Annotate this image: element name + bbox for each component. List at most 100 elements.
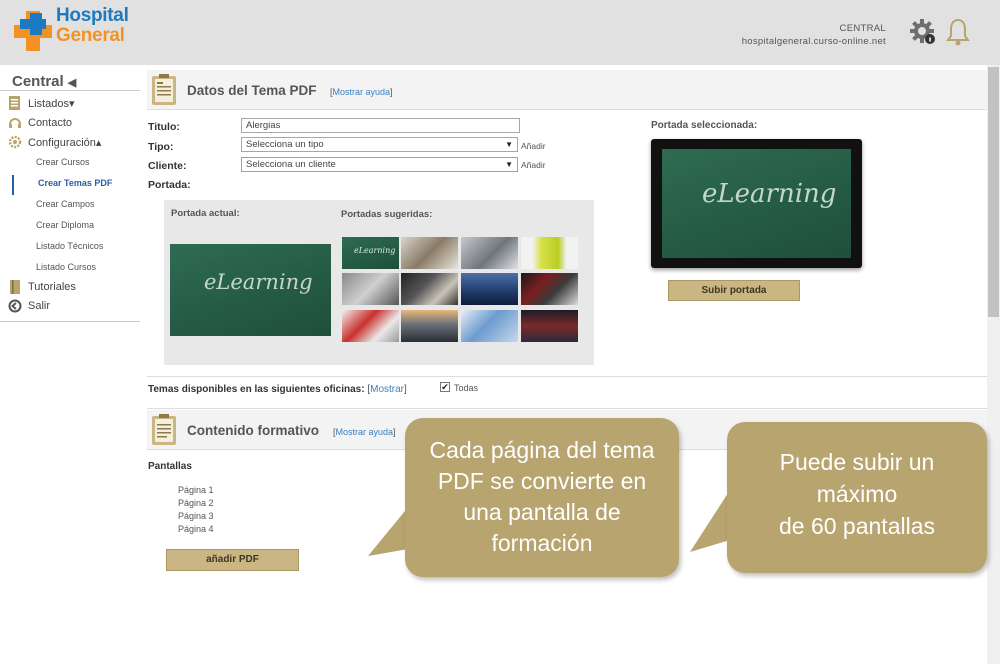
- sidebar-item-listados[interactable]: Listados▾: [8, 96, 75, 110]
- help-toggle[interactable]: [Mostrar ayuda]: [333, 427, 396, 437]
- covers-panel: Portada actual: Portadas sugeridas: eLea…: [164, 200, 594, 365]
- help-toggle[interactable]: [Mostrar ayuda]: [330, 87, 393, 97]
- site-info: CENTRAL hospitalgeneral.curso-online.net: [742, 22, 886, 48]
- suggested-cover-thumb[interactable]: [521, 237, 578, 269]
- callout-line: Puede subir un: [779, 449, 935, 475]
- sidebar-divider: [0, 90, 140, 91]
- tipo-select-value: Selecciona un tipo: [246, 139, 324, 150]
- sidebar-item-label: Configuración▴: [28, 136, 102, 149]
- pdf-section-header: Datos del Tema PDF [Mostrar ayuda]: [147, 70, 987, 110]
- sidebar-item-label: Tutoriales: [28, 281, 76, 293]
- content-section-title: Contenido formativo: [187, 423, 319, 438]
- todas-checkbox[interactable]: ✔: [440, 382, 450, 392]
- document-icon: [152, 74, 176, 105]
- subitem-crear-campos[interactable]: Crear Campos: [36, 199, 95, 209]
- add-cliente-link[interactable]: Añadir: [521, 160, 546, 170]
- bracket: ]: [393, 427, 396, 437]
- callout-line: máximo: [816, 481, 898, 507]
- pantallas-label: Pantallas: [148, 461, 192, 472]
- suggested-cover-thumb[interactable]: [461, 237, 518, 269]
- callout-pages-to-screens: Cada página del tema PDF se convierte en…: [405, 418, 679, 577]
- page-list-item: Página 1: [178, 485, 214, 495]
- dropdown-arrow-icon: ▼: [505, 160, 513, 169]
- top-header: Hospital General CENTRAL hospitalgeneral…: [0, 0, 1000, 65]
- suggested-cover-thumb[interactable]: [342, 310, 399, 342]
- logo-line2: General: [56, 25, 125, 46]
- section-divider: [147, 408, 987, 409]
- sidebar-item-label: Salir: [28, 300, 51, 312]
- sidebar-title[interactable]: Central ◀: [12, 73, 76, 90]
- portada-actual-label: Portada actual:: [171, 208, 240, 219]
- todas-label: Todas: [454, 383, 479, 393]
- suggested-cover-thumb[interactable]: [521, 273, 578, 305]
- page-list-item: Página 3: [178, 511, 214, 521]
- hospital-logo[interactable]: Hospital General: [14, 5, 136, 55]
- tipo-label: Tipo:: [148, 141, 174, 153]
- sidebar-item-tutoriales[interactable]: Tutoriales: [8, 280, 76, 294]
- callout-line: una pantalla de: [463, 499, 621, 525]
- cliente-select-value: Selecciona un cliente: [246, 159, 336, 170]
- logo-line1: Hospital: [56, 5, 129, 26]
- callout-line: formación: [491, 530, 593, 556]
- suggested-cover-thumb[interactable]: eLearning: [342, 237, 399, 269]
- offices-show-toggle[interactable]: [Mostrar]: [367, 384, 406, 395]
- suggested-cover-thumb[interactable]: [461, 273, 518, 305]
- cover-text: eLearning: [204, 270, 313, 294]
- scrollbar-thumb[interactable]: [988, 67, 999, 317]
- suggested-cover-thumb[interactable]: [401, 237, 458, 269]
- show-help-link[interactable]: Mostrar ayuda: [336, 427, 394, 437]
- suggested-cover-thumb[interactable]: [521, 310, 578, 342]
- portadas-sugeridas-label: Portadas sugeridas:: [341, 209, 433, 220]
- cliente-select[interactable]: Selecciona un cliente ▼: [241, 157, 518, 172]
- titulo-label: Titulo:: [148, 121, 180, 133]
- offices-show-link[interactable]: Mostrar: [370, 384, 404, 395]
- sidebar-divider: [0, 321, 140, 322]
- settings-gear-icon[interactable]: [909, 18, 937, 46]
- sidebar-title-label: Central: [12, 73, 64, 90]
- page-list-item: Página 2: [178, 498, 214, 508]
- thumb-cover-text: eLearning: [354, 246, 396, 255]
- subitem-crear-cursos[interactable]: Crear Cursos: [36, 157, 90, 167]
- upload-cover-button[interactable]: Subir portada: [668, 280, 800, 301]
- subitem-crear-temas-pdf[interactable]: Crear Temas PDF: [38, 178, 112, 188]
- callout-tail-right: [690, 490, 730, 552]
- subitem-listado-cursos[interactable]: Listado Cursos: [36, 262, 96, 272]
- notifications-bell-icon[interactable]: [946, 18, 970, 46]
- sidebar-item-contacto[interactable]: Contacto: [8, 116, 72, 130]
- portada-seleccionada-label: Portada seleccionada:: [651, 120, 758, 131]
- portada-label: Portada:: [148, 179, 191, 191]
- suggested-cover-thumb[interactable]: [461, 310, 518, 342]
- cliente-label: Cliente:: [148, 160, 187, 172]
- page-list-item: Página 4: [178, 524, 214, 534]
- book-icon: [10, 280, 20, 294]
- offices-label: Temas disponibles en las siguientes ofic…: [148, 384, 365, 395]
- section-divider: [147, 376, 987, 377]
- gear-icon: [8, 135, 22, 149]
- selected-cover-image: eLearning: [662, 149, 851, 258]
- sidebar-item-configuracion[interactable]: Configuración▴: [8, 135, 101, 149]
- tipo-select[interactable]: Selecciona un tipo ▼: [241, 137, 518, 152]
- dropdown-arrow-icon: ▼: [505, 140, 513, 149]
- add-pdf-button[interactable]: añadir PDF: [166, 549, 299, 571]
- sidebar-item-salir[interactable]: Salir: [8, 299, 50, 313]
- add-tipo-link[interactable]: Añadir: [521, 141, 546, 151]
- exit-icon: [8, 299, 22, 313]
- suggested-cover-thumb[interactable]: [401, 310, 458, 342]
- site-domain: hospitalgeneral.curso-online.net: [741, 36, 886, 47]
- suggested-cover-thumb[interactable]: [342, 273, 399, 305]
- active-indicator: [12, 175, 14, 195]
- callout-max-screens: Puede subir un máximo de 60 pantallas: [727, 422, 987, 573]
- titulo-input[interactable]: Alergias: [241, 118, 520, 133]
- clipboard-icon: [152, 414, 176, 445]
- suggested-cover-thumb[interactable]: [401, 273, 458, 305]
- callout-line: de 60 pantallas: [778, 513, 935, 539]
- current-cover-image: eLearning: [170, 244, 331, 336]
- logo-cross-icon: [14, 11, 52, 51]
- show-help-link[interactable]: Mostrar ayuda: [333, 87, 391, 97]
- offices-row: Temas disponibles en las siguientes ofic…: [148, 384, 407, 395]
- selected-cover-preview: eLearning: [651, 139, 862, 268]
- collapse-arrow-icon[interactable]: ◀: [68, 77, 76, 89]
- subitem-listado-tecnicos[interactable]: Listado Técnicos: [36, 241, 103, 251]
- sidebar-item-label: Listados▾: [28, 97, 75, 110]
- subitem-crear-diploma[interactable]: Crear Diploma: [36, 220, 94, 230]
